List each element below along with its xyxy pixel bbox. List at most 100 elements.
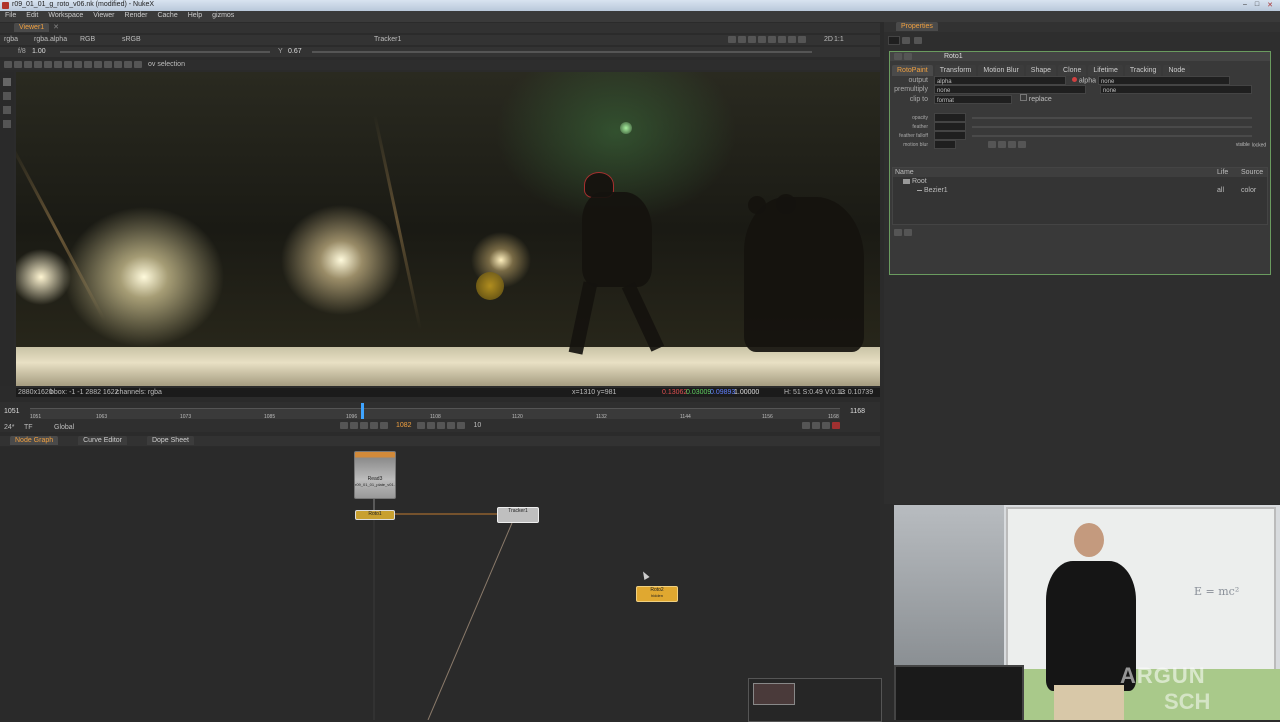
node-graph-canvas[interactable]: Read3 r09_01_01_plate_v01.exr Roto1 Trac… (0, 447, 882, 722)
fps-field[interactable]: 24* (4, 424, 15, 431)
feather-field[interactable] (933, 122, 966, 131)
remove-layer-icon[interactable] (904, 229, 912, 236)
feather-falloff-field[interactable] (933, 131, 966, 140)
next-key-icon[interactable] (447, 422, 456, 429)
mb-icon-4[interactable] (1017, 141, 1026, 148)
last-frame-icon[interactable] (457, 422, 466, 429)
menu-gizmos[interactable]: gizmos (207, 11, 239, 20)
clear-panels-icon[interactable] (913, 37, 922, 44)
timeline-end-field[interactable]: 1168 (850, 408, 865, 415)
add-layer-icon[interactable] (894, 229, 902, 236)
viewer-image[interactable] (16, 72, 880, 386)
close-tab-icon[interactable]: ✕ (53, 24, 59, 31)
input-b-dropdown[interactable]: Tracker1 (374, 36, 401, 43)
menu-render[interactable]: Render (120, 11, 153, 20)
zoom-label[interactable]: 1:1 (834, 36, 844, 43)
layer-dropdown[interactable]: rgba.alpha (34, 36, 67, 43)
playhead[interactable] (361, 403, 364, 419)
menu-workspace[interactable]: Workspace (43, 11, 88, 20)
premult-dropdown[interactable]: none (933, 85, 1086, 94)
premult-alpha-dropdown[interactable]: none (1099, 85, 1252, 94)
increment-field[interactable]: 10 (469, 422, 481, 429)
tab-rotopaint[interactable]: RotoPaint (892, 65, 933, 76)
opacity-slider[interactable] (971, 116, 1252, 119)
max-panels-field[interactable] (888, 36, 900, 45)
output-dropdown[interactable]: alpha (933, 76, 1066, 85)
collapse-icon[interactable] (894, 52, 902, 60)
tab-motion-blur[interactable]: Motion Blur (978, 65, 1024, 76)
current-frame-field[interactable]: 1082 (392, 422, 416, 429)
gain-field[interactable]: 1.00 (32, 48, 46, 55)
read-node[interactable]: Read3 r09_01_01_plate_v01.exr (354, 451, 396, 499)
mb-icon-1[interactable] (987, 141, 996, 148)
first-frame-icon[interactable] (340, 422, 348, 429)
menu-file[interactable]: File (0, 11, 21, 20)
point-tool-icon[interactable] (3, 92, 11, 100)
roto2-node[interactable]: Roto2 hidden (636, 586, 678, 602)
play-backward-icon[interactable] (370, 422, 378, 429)
tab-tracking[interactable]: Tracking (1124, 65, 1162, 76)
minimap-viewport[interactable] (753, 683, 795, 705)
tab-lifetime[interactable]: Lifetime (1088, 65, 1123, 76)
viewer-tools-icons[interactable] (728, 36, 808, 43)
gamma-slider[interactable] (312, 51, 812, 53)
list-item-root[interactable]: Root (893, 177, 1267, 186)
gamma-field[interactable]: 0.67 (288, 48, 302, 55)
clip-dropdown[interactable]: format (933, 94, 1012, 104)
lock-panel-icon[interactable] (901, 37, 910, 44)
maximize-button[interactable]: □ (1252, 1, 1262, 9)
prev-frame-icon[interactable] (380, 422, 388, 429)
lut-dropdown[interactable]: sRGB (122, 36, 141, 43)
play-forward-icon[interactable] (427, 422, 436, 429)
minimize-button[interactable]: – (1240, 1, 1250, 9)
tab-viewer1[interactable]: Viewer1 (14, 23, 50, 32)
tab-clone[interactable]: Clone (1058, 65, 1087, 76)
mb-icon-3[interactable] (1007, 141, 1016, 148)
menu-help[interactable]: Help (183, 11, 207, 20)
record-icon[interactable] (832, 422, 840, 429)
mb-icon-2[interactable] (997, 141, 1006, 148)
timeline-start-field[interactable]: 1051 (4, 408, 20, 415)
next-frame-icon[interactable] (417, 422, 426, 429)
minimap[interactable] (748, 678, 882, 722)
motion-blur-field[interactable] (933, 140, 956, 149)
roto-node[interactable]: Roto1 (355, 510, 395, 520)
brush-tool-icon[interactable] (3, 120, 11, 128)
close-button[interactable]: ✕ (1265, 1, 1275, 9)
tf-dropdown[interactable]: TF (24, 424, 33, 431)
feather-slider[interactable] (971, 125, 1252, 128)
lock-icon[interactable] (822, 422, 830, 429)
range-dropdown[interactable]: Global (54, 424, 74, 431)
menu-edit[interactable]: Edit (21, 11, 43, 20)
list-item-bezier1[interactable]: Bezier1 all color (893, 186, 1267, 195)
prev-key-icon[interactable] (350, 422, 358, 429)
tab-curve-editor[interactable]: Curve Editor (78, 436, 127, 445)
tab-transform[interactable]: Transform (934, 65, 977, 76)
colorspace-dropdown[interactable]: RGB (80, 36, 95, 43)
tracker-node[interactable]: Tracker1 (497, 507, 539, 523)
selection-dropdown[interactable]: ov selection (148, 61, 185, 68)
tab-node-graph[interactable]: Node Graph (10, 436, 59, 445)
bezier-tool-icon[interactable] (3, 106, 11, 114)
select-tool-icon[interactable] (3, 78, 11, 86)
opacity-field[interactable] (933, 113, 966, 122)
alpha-dropdown[interactable]: none (1097, 76, 1230, 85)
replace-checkbox[interactable] (1019, 94, 1027, 101)
gain-slider[interactable] (60, 51, 270, 53)
menu-viewer[interactable]: Viewer (88, 11, 119, 20)
feather-falloff-slider[interactable] (971, 134, 1252, 137)
step-back-icon[interactable] (360, 422, 368, 429)
node-name-field[interactable]: Roto1 (944, 53, 963, 60)
channels-dropdown[interactable]: rgba (4, 36, 18, 43)
menu-cache[interactable]: Cache (152, 11, 182, 20)
float-icon[interactable] (904, 52, 912, 60)
cache-icon[interactable] (812, 422, 820, 429)
tab-node[interactable]: Node (1163, 65, 1191, 76)
tab-properties[interactable]: Properties (896, 22, 938, 31)
roto-tool-icons[interactable] (4, 61, 144, 68)
frame-mode-label[interactable]: 2D (824, 36, 833, 43)
tab-dope-sheet[interactable]: Dope Sheet (146, 436, 194, 445)
loop-icon[interactable] (802, 422, 810, 429)
tab-shape[interactable]: Shape (1025, 65, 1057, 76)
step-forward-icon[interactable] (437, 422, 446, 429)
